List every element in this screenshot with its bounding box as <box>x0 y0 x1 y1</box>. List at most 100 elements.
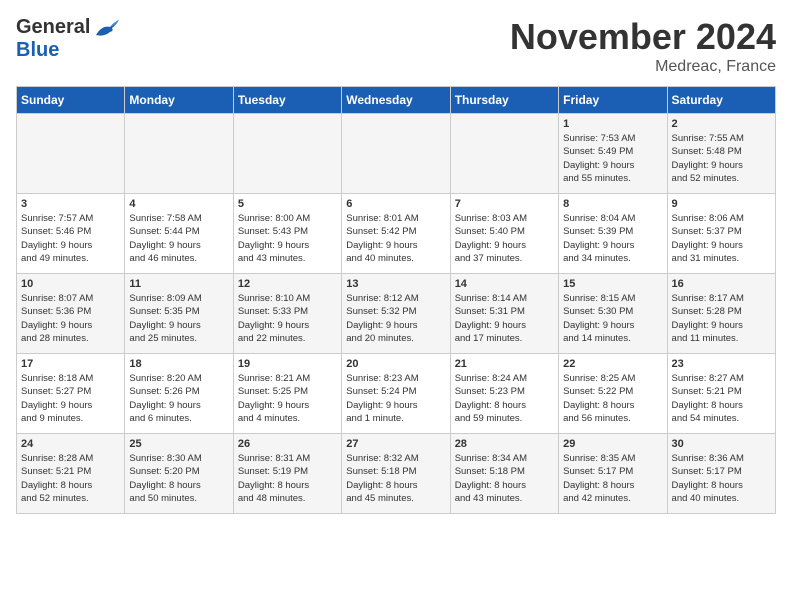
calendar-table: SundayMondayTuesdayWednesdayThursdayFrid… <box>16 86 776 514</box>
calendar-cell: 3 Sunrise: 7:57 AM Sunset: 5:46 PM Daylig… <box>17 194 125 274</box>
day-number: 20 <box>346 358 445 370</box>
day-info: Sunrise: 8:23 AM Sunset: 5:24 PM Dayligh… <box>346 372 445 425</box>
calendar-cell: 18 Sunrise: 8:20 AM Sunset: 5:26 PM Dayli… <box>125 354 233 434</box>
calendar-cell: 11Sunrise: 8:09 AM Sunset: 5:35 PM Dayli… <box>125 274 233 354</box>
day-info: Sunrise: 8:34 AM Sunset: 5:18 PM Dayligh… <box>455 452 554 505</box>
calendar-cell: 13 Sunrise: 8:12 AM Sunset: 5:32 PM Dayli… <box>342 274 450 354</box>
title-block: November 2024 Medreac, France <box>510 16 776 76</box>
day-number: 26 <box>238 438 337 450</box>
day-info: Sunrise: 8:01 AM Sunset: 5:42 PM Dayligh… <box>346 212 445 265</box>
day-number: 5 <box>238 198 337 210</box>
day-info: Sunrise: 8:32 AM Sunset: 5:18 PM Dayligh… <box>346 452 445 505</box>
day-info: Sunrise: 8:12 AM Sunset: 5:32 PM Dayligh… <box>346 292 445 345</box>
week-row-2: 3 Sunrise: 7:57 AM Sunset: 5:46 PM Daylig… <box>17 194 776 274</box>
day-info: Sunrise: 8:07 AM Sunset: 5:36 PM Dayligh… <box>21 292 120 345</box>
day-number: 16 <box>672 278 771 290</box>
logo-blue-text: Blue <box>16 39 59 62</box>
day-number: 3 <box>21 198 120 210</box>
calendar-cell: 7 Sunrise: 8:03 AM Sunset: 5:40 PM Daylig… <box>450 194 558 274</box>
calendar-cell: 5 Sunrise: 8:00 AM Sunset: 5:43 PM Daylig… <box>233 194 341 274</box>
day-info: Sunrise: 8:27 AM Sunset: 5:21 PM Dayligh… <box>672 372 771 425</box>
day-number: 24 <box>21 438 120 450</box>
day-info: Sunrise: 7:57 AM Sunset: 5:46 PM Dayligh… <box>21 212 120 265</box>
calendar-cell: 21 Sunrise: 8:24 AM Sunset: 5:23 PM Dayli… <box>450 354 558 434</box>
calendar-cell: 16 Sunrise: 8:17 AM Sunset: 5:28 PM Dayli… <box>667 274 775 354</box>
week-row-5: 24 Sunrise: 8:28 AM Sunset: 5:21 PM Dayli… <box>17 434 776 514</box>
day-info: Sunrise: 7:58 AM Sunset: 5:44 PM Dayligh… <box>129 212 228 265</box>
day-number: 15 <box>563 278 662 290</box>
day-info: Sunrise: 8:18 AM Sunset: 5:27 PM Dayligh… <box>21 372 120 425</box>
day-number: 25 <box>129 438 228 450</box>
day-number: 7 <box>455 198 554 210</box>
calendar-cell <box>450 114 558 194</box>
day-number: 2 <box>672 118 771 130</box>
calendar-cell: 8 Sunrise: 8:04 AM Sunset: 5:39 PM Daylig… <box>559 194 667 274</box>
day-header-monday: Monday <box>125 87 233 114</box>
day-number: 4 <box>129 198 228 210</box>
day-info: Sunrise: 8:28 AM Sunset: 5:21 PM Dayligh… <box>21 452 120 505</box>
day-info: Sunrise: 8:24 AM Sunset: 5:23 PM Dayligh… <box>455 372 554 425</box>
location-text: Medreac, France <box>510 58 776 76</box>
calendar-cell <box>125 114 233 194</box>
week-row-1: 1 Sunrise: 7:53 AM Sunset: 5:49 PM Daylig… <box>17 114 776 194</box>
calendar-cell: 30Sunrise: 8:36 AM Sunset: 5:17 PM Dayli… <box>667 434 775 514</box>
day-number: 1 <box>563 118 662 130</box>
day-number: 8 <box>563 198 662 210</box>
calendar-cell: 15 Sunrise: 8:15 AM Sunset: 5:30 PM Dayli… <box>559 274 667 354</box>
day-info: Sunrise: 8:03 AM Sunset: 5:40 PM Dayligh… <box>455 212 554 265</box>
calendar-header: SundayMondayTuesdayWednesdayThursdayFrid… <box>17 87 776 114</box>
day-header-wednesday: Wednesday <box>342 87 450 114</box>
calendar-cell: 2 Sunrise: 7:55 AM Sunset: 5:48 PM Daylig… <box>667 114 775 194</box>
day-info: Sunrise: 8:17 AM Sunset: 5:28 PM Dayligh… <box>672 292 771 345</box>
calendar-cell: 22 Sunrise: 8:25 AM Sunset: 5:22 PM Dayli… <box>559 354 667 434</box>
calendar-cell: 24 Sunrise: 8:28 AM Sunset: 5:21 PM Dayli… <box>17 434 125 514</box>
day-number: 19 <box>238 358 337 370</box>
day-header-sunday: Sunday <box>17 87 125 114</box>
day-number: 27 <box>346 438 445 450</box>
day-info: Sunrise: 7:53 AM Sunset: 5:49 PM Dayligh… <box>563 132 662 185</box>
week-row-4: 17Sunrise: 8:18 AM Sunset: 5:27 PM Dayli… <box>17 354 776 434</box>
day-info: Sunrise: 8:20 AM Sunset: 5:26 PM Dayligh… <box>129 372 228 425</box>
calendar-cell: 19Sunrise: 8:21 AM Sunset: 5:25 PM Dayli… <box>233 354 341 434</box>
day-header-saturday: Saturday <box>667 87 775 114</box>
calendar-cell: 28Sunrise: 8:34 AM Sunset: 5:18 PM Dayli… <box>450 434 558 514</box>
calendar-cell <box>233 114 341 194</box>
day-number: 18 <box>129 358 228 370</box>
day-info: Sunrise: 8:00 AM Sunset: 5:43 PM Dayligh… <box>238 212 337 265</box>
calendar-cell <box>342 114 450 194</box>
day-info: Sunrise: 8:36 AM Sunset: 5:17 PM Dayligh… <box>672 452 771 505</box>
day-number: 29 <box>563 438 662 450</box>
page-header: General Blue November 2024 Medreac, Fran… <box>16 16 776 76</box>
day-info: Sunrise: 8:15 AM Sunset: 5:30 PM Dayligh… <box>563 292 662 345</box>
day-info: Sunrise: 8:35 AM Sunset: 5:17 PM Dayligh… <box>563 452 662 505</box>
day-info: Sunrise: 8:06 AM Sunset: 5:37 PM Dayligh… <box>672 212 771 265</box>
month-title: November 2024 <box>510 16 776 58</box>
day-info: Sunrise: 8:14 AM Sunset: 5:31 PM Dayligh… <box>455 292 554 345</box>
day-info: Sunrise: 8:10 AM Sunset: 5:33 PM Dayligh… <box>238 292 337 345</box>
day-number: 12 <box>238 278 337 290</box>
calendar-cell: 9Sunrise: 8:06 AM Sunset: 5:37 PM Daylig… <box>667 194 775 274</box>
day-header-friday: Friday <box>559 87 667 114</box>
calendar-cell: 14 Sunrise: 8:14 AM Sunset: 5:31 PM Dayli… <box>450 274 558 354</box>
day-number: 13 <box>346 278 445 290</box>
calendar-cell <box>17 114 125 194</box>
header-row: SundayMondayTuesdayWednesdayThursdayFrid… <box>17 87 776 114</box>
day-number: 23 <box>672 358 771 370</box>
calendar-body: 1 Sunrise: 7:53 AM Sunset: 5:49 PM Daylig… <box>17 114 776 514</box>
day-info: Sunrise: 7:55 AM Sunset: 5:48 PM Dayligh… <box>672 132 771 185</box>
calendar-cell: 6Sunrise: 8:01 AM Sunset: 5:42 PM Daylig… <box>342 194 450 274</box>
day-number: 14 <box>455 278 554 290</box>
calendar-cell: 26Sunrise: 8:31 AM Sunset: 5:19 PM Dayli… <box>233 434 341 514</box>
day-info: Sunrise: 8:04 AM Sunset: 5:39 PM Dayligh… <box>563 212 662 265</box>
day-number: 11 <box>129 278 228 290</box>
day-number: 22 <box>563 358 662 370</box>
day-info: Sunrise: 8:25 AM Sunset: 5:22 PM Dayligh… <box>563 372 662 425</box>
day-header-thursday: Thursday <box>450 87 558 114</box>
calendar-cell: 20 Sunrise: 8:23 AM Sunset: 5:24 PM Dayli… <box>342 354 450 434</box>
calendar-cell: 25Sunrise: 8:30 AM Sunset: 5:20 PM Dayli… <box>125 434 233 514</box>
calendar-cell: 23 Sunrise: 8:27 AM Sunset: 5:21 PM Dayli… <box>667 354 775 434</box>
day-header-tuesday: Tuesday <box>233 87 341 114</box>
week-row-3: 10Sunrise: 8:07 AM Sunset: 5:36 PM Dayli… <box>17 274 776 354</box>
calendar-cell: 4 Sunrise: 7:58 AM Sunset: 5:44 PM Daylig… <box>125 194 233 274</box>
day-number: 21 <box>455 358 554 370</box>
